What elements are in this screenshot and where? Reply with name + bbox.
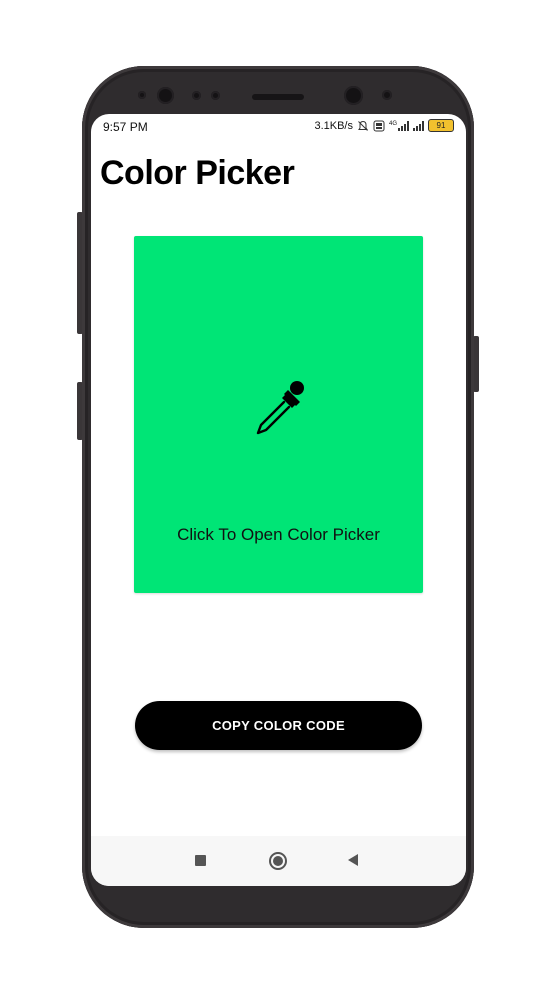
mute-bell-icon: [358, 120, 368, 131]
status-icons: 3.1KB/s 4G 91: [314, 119, 454, 132]
net-speed: 3.1KB/s: [314, 119, 353, 132]
copy-color-code-button[interactable]: COPY COLOR CODE: [135, 701, 422, 750]
status-time: 9:57 PM: [103, 120, 148, 134]
color-preview-panel[interactable]: Click To Open Color Picker: [134, 236, 423, 593]
signal-bars-1: [398, 120, 409, 131]
square-icon[interactable]: [195, 855, 206, 866]
sensor-dot-4: [382, 90, 392, 100]
iris-scanner: [344, 86, 363, 105]
sensor-dot-2: [192, 91, 201, 100]
sensor-dot-3: [211, 91, 220, 100]
sensor-dot-1: [138, 91, 146, 99]
screen: 9:57 PM 3.1KB/s 4G 91 Color Picker Click…: [91, 114, 466, 886]
device-frame: 9:57 PM 3.1KB/s 4G 91 Color Picker Click…: [0, 0, 556, 1000]
signal-lte-icon: 4G: [388, 120, 409, 131]
navigation-bar: [91, 836, 466, 886]
page-title: Color Picker: [100, 154, 295, 192]
eyedropper-icon: [256, 381, 304, 435]
status-bar: 9:57 PM 3.1KB/s 4G 91: [91, 114, 466, 140]
signal-bars-2-icon: [413, 120, 424, 131]
circle-icon[interactable]: [269, 852, 287, 870]
panel-label: Click To Open Color Picker: [177, 525, 380, 544]
front-camera: [157, 87, 174, 104]
earpiece-speaker: [252, 94, 304, 100]
lte-label: 4G: [388, 120, 397, 127]
battery-icon: 91: [428, 119, 454, 132]
notification-app-icon: [373, 120, 385, 131]
triangle-back-icon[interactable]: [348, 854, 358, 866]
